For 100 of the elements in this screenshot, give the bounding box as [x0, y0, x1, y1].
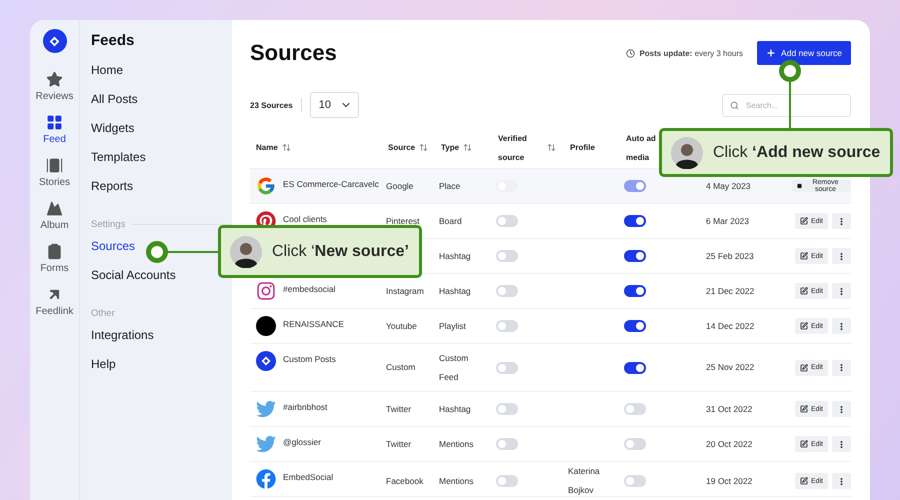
table-cell-text: EmbedSocial: [283, 471, 334, 482]
toggle-switch[interactable]: [624, 285, 646, 297]
callout-text: Click ‘New source’: [272, 242, 409, 260]
toggle-switch[interactable]: [624, 438, 646, 450]
bird-icon: [256, 399, 276, 419]
clock-icon: [626, 48, 636, 58]
table-cell-text: Hashtag: [438, 284, 472, 298]
sidebar-item[interactable]: All Posts: [91, 91, 138, 107]
table-cell-text: Custom Posts: [283, 353, 336, 364]
more-button[interactable]: [832, 248, 851, 264]
pencil-icon: [800, 477, 808, 485]
table-cell-text: Cool clients: [283, 213, 327, 224]
mountain-icon: [46, 200, 63, 217]
sidebar-title: Feeds: [91, 32, 136, 49]
column-header: Type: [441, 142, 460, 154]
star-icon: [46, 71, 63, 88]
f-logo-icon: [256, 469, 276, 489]
toggle-switch[interactable]: [624, 362, 646, 374]
more-button[interactable]: [832, 436, 851, 452]
column-header: Source: [388, 142, 416, 154]
toggle-switch[interactable]: [496, 320, 518, 332]
table-cell-text: @glossier: [283, 436, 321, 447]
more-button[interactable]: [832, 318, 851, 334]
sort-icon[interactable]: [282, 143, 291, 152]
logo-icon[interactable]: [42, 29, 66, 53]
clipboard-icon: [46, 243, 63, 260]
toggle-switch[interactable]: [624, 250, 646, 262]
sidebar-item[interactable]: Home: [91, 62, 124, 78]
table-cell-text: #airbnbhost: [283, 401, 328, 412]
table-cell-text: Twitter: [385, 402, 412, 416]
add-source-button[interactable]: Add new source: [757, 41, 851, 65]
update-note: Posts update: every 3 hours: [639, 48, 744, 58]
table-cell-text: Place: [438, 180, 462, 192]
sidebar-item[interactable]: Help: [91, 356, 116, 372]
toggle-switch[interactable]: [496, 475, 518, 487]
table-cell-text: Pinterest: [385, 214, 421, 228]
table-cell-text: 21 Dec 2022: [705, 284, 756, 298]
more-button[interactable]: [832, 473, 851, 489]
table-cell-text: RENAISSANCE: [283, 318, 344, 329]
pencil-icon: [800, 287, 808, 295]
column-header: Name: [256, 142, 278, 154]
pencil-icon: [800, 217, 808, 225]
sidebar-item[interactable]: Sources: [91, 238, 136, 254]
rail-item[interactable]: Feed: [43, 114, 66, 145]
table-cell-text: ES Commerce-Carcavelc: [283, 178, 379, 189]
pencil-icon: [800, 405, 808, 413]
toggle-switch[interactable]: [624, 403, 646, 415]
toggle-switch[interactable]: [496, 285, 518, 297]
pencil-icon: [800, 440, 808, 448]
rail-item[interactable]: Album: [40, 200, 69, 231]
toggle-switch[interactable]: [496, 362, 518, 374]
table-cell-text: Hashtag: [438, 402, 472, 416]
search-icon: [730, 100, 739, 110]
more-button[interactable]: [832, 283, 851, 299]
table-cell-text: Custom: [385, 361, 416, 374]
toggle-switch[interactable]: [496, 250, 518, 262]
table-cell-text: Facebook: [385, 474, 424, 488]
table-cell-text: 4 May 2023: [705, 180, 752, 193]
column-header: Profile: [570, 142, 595, 154]
sidebar-item[interactable]: Templates: [91, 149, 146, 165]
table-cell-text: Instagram: [385, 284, 425, 298]
toggle-switch[interactable]: [624, 215, 646, 227]
section-heading: Other: [91, 308, 115, 319]
column-header: Auto ad media: [626, 132, 657, 164]
toggle-switch[interactable]: [496, 438, 518, 450]
table-cell-text: 25 Nov 2022: [705, 361, 756, 374]
rail-item[interactable]: Forms: [40, 243, 69, 274]
toggle-switch[interactable]: [496, 403, 518, 415]
sidebar-item[interactable]: Widgets: [91, 120, 134, 136]
camera-icon: [256, 281, 276, 301]
grid-icon: [46, 114, 63, 131]
rail-item[interactable]: Reviews: [36, 71, 74, 102]
table-cell-text: 14 Dec 2022: [705, 320, 756, 332]
page-size-select[interactable]: 10: [310, 92, 359, 118]
sidebar-item[interactable]: Reports: [91, 178, 134, 194]
sidebar-item[interactable]: Social Accounts: [91, 267, 176, 283]
more-button[interactable]: [832, 360, 851, 376]
table-cell-text: Youtube: [385, 320, 418, 332]
g-logo-icon: [256, 176, 276, 196]
table-cell-text: 6 Mar 2023: [705, 214, 750, 228]
section-heading: Settings: [91, 219, 126, 230]
table-cell-text: 31 Oct 2022: [705, 402, 754, 416]
rail-item[interactable]: Stories: [38, 157, 70, 188]
table-cell-text: Hashtag: [438, 250, 472, 263]
more-button[interactable]: [832, 213, 851, 229]
square-icon: [797, 183, 802, 189]
table-cell-text: 25 Feb 2023: [705, 250, 755, 262]
pencil-icon: [800, 364, 808, 372]
rail-item[interactable]: Feedlink: [36, 286, 74, 317]
sort-icon[interactable]: [419, 143, 428, 152]
sort-icon[interactable]: [547, 143, 556, 152]
sidebar-item[interactable]: Integrations: [91, 327, 154, 343]
table-cell-text: #embedsocial: [283, 283, 336, 294]
toggle-switch[interactable]: [624, 320, 646, 332]
toggle-switch[interactable]: [496, 215, 518, 227]
more-button[interactable]: [832, 401, 851, 417]
toggle-switch[interactable]: [624, 475, 646, 487]
sort-icon[interactable]: [463, 143, 472, 152]
search-field[interactable]: Search...: [722, 94, 851, 116]
stories-icon: [46, 157, 63, 174]
